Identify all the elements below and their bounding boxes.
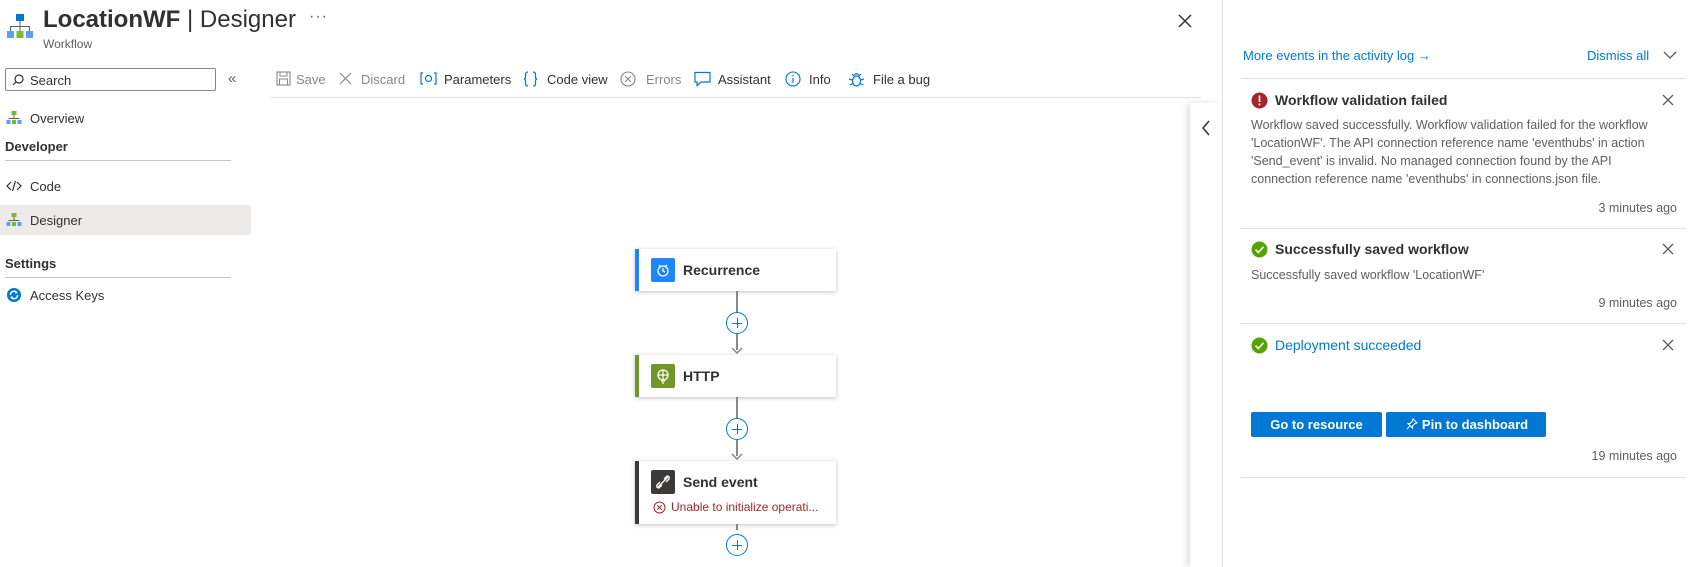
workflow-icon [7, 14, 33, 38]
pin-icon [1406, 418, 1418, 430]
event-hubs-icon [651, 470, 675, 494]
app-window: LocationWF | Designer Workflow ··· Searc… [0, 0, 1695, 567]
sidebar-item-label: Code [30, 179, 62, 194]
save-icon [276, 71, 291, 86]
info-icon [785, 71, 801, 87]
pin-to-dashboard-button[interactable]: Pin to dashboard [1386, 412, 1546, 437]
clock-icon [651, 258, 675, 282]
activity-log-link[interactable]: More events in the activity log → [1243, 48, 1431, 63]
notification-divider [1241, 477, 1686, 478]
add-step-button[interactable] [726, 418, 748, 440]
notification-time: 19 minutes ago [1591, 449, 1677, 463]
blade-header: LocationWF | Designer Workflow ··· [0, 0, 1222, 62]
search-placeholder: Search [30, 73, 72, 88]
code-icon [6, 180, 22, 192]
card-title: HTTP [683, 368, 720, 384]
discard-icon [339, 72, 352, 85]
notification-title: Workflow validation failed [1275, 92, 1448, 108]
page-title: LocationWF | Designer [43, 6, 296, 33]
chat-icon [694, 71, 711, 87]
action-card-recurrence[interactable]: Recurrence [635, 249, 836, 291]
connector-line [736, 291, 738, 313]
add-step-button[interactable] [726, 312, 748, 334]
arrow-down-icon [731, 347, 743, 355]
chevron-down-icon [1663, 51, 1677, 59]
notification-body: Workflow saved successfully. Workflow va… [1251, 118, 1648, 186]
sidebar-item-access-keys[interactable]: Access Keys [0, 280, 251, 310]
access-keys-icon [7, 288, 21, 302]
section-developer: Developer [5, 139, 68, 154]
notification-title: Successfully saved workflow [1275, 241, 1469, 257]
code-view-icon [523, 71, 538, 87]
sidebar-item-designer[interactable]: Designer [0, 205, 251, 235]
arrow-down-icon [731, 453, 743, 461]
action-card-http[interactable]: HTTP [635, 355, 836, 397]
sidebar-item-label: Designer [30, 213, 83, 228]
notification-divider [1241, 323, 1686, 324]
dismiss-all-button[interactable]: Dismiss all [1587, 48, 1677, 63]
error-circle-icon [620, 71, 636, 87]
bug-icon [848, 73, 865, 87]
workflow-icon [6, 111, 22, 124]
search-input[interactable]: Search [5, 68, 216, 91]
sidebar-item-label: Access Keys [30, 288, 105, 303]
search-icon [12, 74, 24, 86]
close-icon[interactable] [1661, 93, 1675, 107]
card-title: Send event [683, 474, 758, 490]
more-actions-button[interactable]: ··· [309, 8, 328, 26]
sidebar-item-code[interactable]: Code [0, 171, 251, 201]
close-icon[interactable] [1174, 10, 1196, 32]
page-subtitle: Workflow [43, 37, 93, 51]
action-card-send-event[interactable]: Send event Unable to initialize operati.… [635, 461, 836, 524]
connector-line [736, 397, 738, 419]
collapse-sidebar-button[interactable]: « [228, 70, 236, 87]
error-icon [1251, 92, 1268, 109]
success-check-icon [1251, 241, 1268, 258]
parameters-icon [420, 72, 437, 85]
side-panel-collapsed [1190, 103, 1222, 567]
close-icon[interactable] [1661, 338, 1675, 352]
sidebar-item-label: Overview [30, 111, 85, 126]
success-check-icon [1251, 337, 1268, 354]
notification-time: 9 minutes ago [1598, 296, 1677, 310]
chevron-left-icon[interactable] [1200, 119, 1212, 137]
globe-icon [651, 364, 675, 388]
error-circle-icon [653, 501, 666, 514]
sidebar-item-overview[interactable]: Overview [0, 103, 251, 133]
notification-time: 3 minutes ago [1598, 201, 1677, 215]
deployment-link[interactable]: Deployment succeeded [1275, 337, 1421, 353]
card-title: Recurrence [683, 262, 761, 278]
close-icon[interactable] [1661, 242, 1675, 256]
add-step-button[interactable] [726, 534, 748, 556]
section-divider [5, 277, 231, 278]
connector-line [736, 524, 738, 530]
notification-body: Successfully saved workflow 'LocationWF' [1251, 268, 1485, 282]
notification-divider [1241, 78, 1686, 79]
notifications-panel: More events in the activity log → Dismis… [1223, 0, 1695, 567]
workflow-icon [6, 213, 22, 226]
go-to-resource-button[interactable]: Go to resource [1251, 412, 1382, 437]
section-settings: Settings [5, 256, 57, 271]
section-divider [5, 160, 231, 161]
notification-divider [1241, 228, 1686, 229]
